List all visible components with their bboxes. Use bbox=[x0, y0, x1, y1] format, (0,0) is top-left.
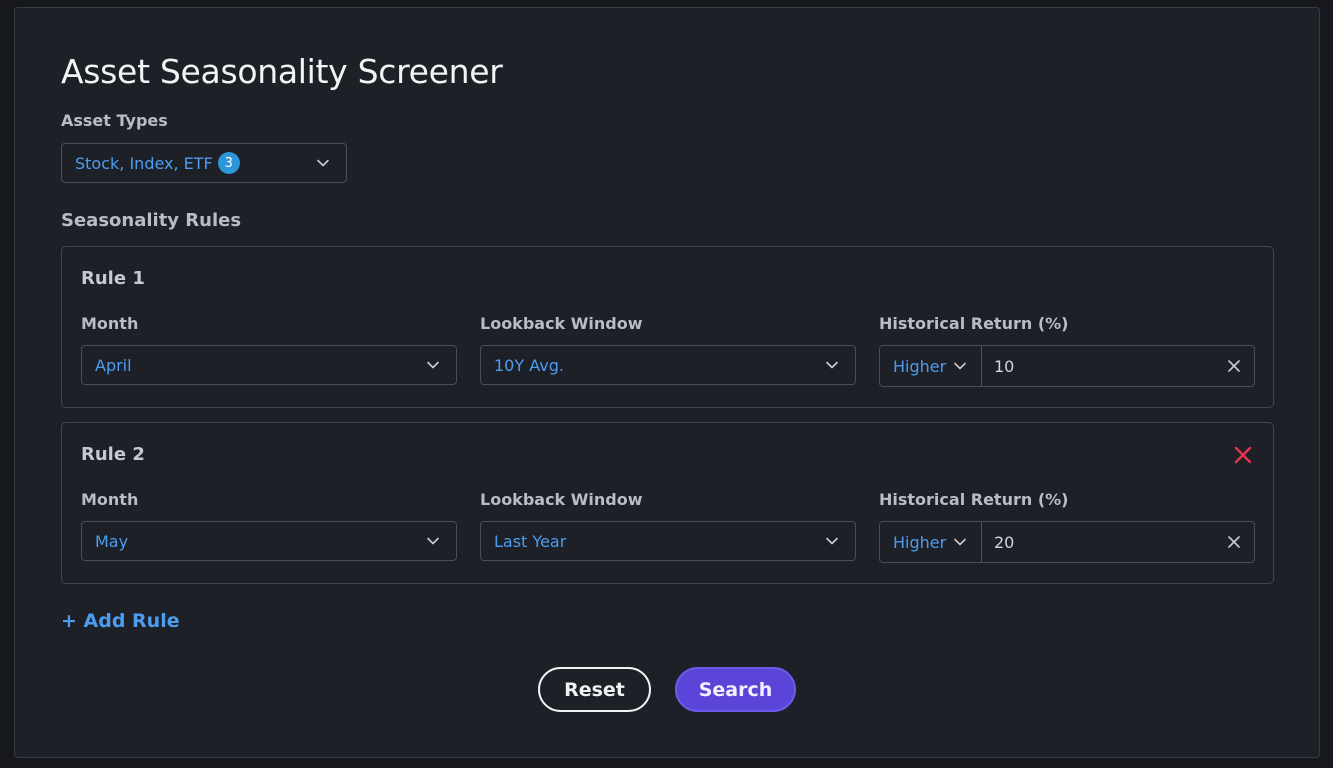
month-label: Month bbox=[81, 314, 139, 333]
seasonality-rules-label: Seasonality Rules bbox=[61, 210, 242, 231]
lookback-window-value: 10Y Avg. bbox=[494, 355, 564, 375]
month-value: May bbox=[95, 531, 129, 551]
chevron-down-icon bbox=[823, 356, 841, 374]
chevron-down-icon bbox=[951, 533, 969, 551]
reset-button[interactable]: Reset bbox=[538, 667, 651, 712]
historical-return-label: Historical Return (%) bbox=[879, 314, 1069, 333]
asset-types-value: Stock, Index, ETF bbox=[75, 153, 213, 173]
chevron-down-icon bbox=[424, 532, 442, 550]
month-select[interactable]: April bbox=[81, 345, 457, 385]
historical-return-input[interactable]: 10 bbox=[982, 346, 1254, 386]
remove-rule-icon[interactable] bbox=[1233, 445, 1253, 465]
rule-card: Rule 1 Month Lookback Window Historical … bbox=[61, 246, 1274, 408]
asset-types-count-badge: 3 bbox=[217, 152, 240, 174]
close-icon[interactable] bbox=[1227, 535, 1241, 549]
search-button[interactable]: Search bbox=[675, 667, 796, 712]
chevron-down-icon bbox=[951, 357, 969, 375]
historical-return-group: Higher 20 bbox=[879, 521, 1255, 563]
lookback-window-value: Last Year bbox=[494, 531, 567, 551]
comparison-operator-select[interactable]: Higher bbox=[880, 522, 982, 562]
historical-return-label: Historical Return (%) bbox=[879, 490, 1069, 509]
month-select[interactable]: May bbox=[81, 521, 457, 561]
screener-panel: Asset Seasonality Screener Asset Types S… bbox=[14, 7, 1320, 758]
historical-return-group: Higher 10 bbox=[879, 345, 1255, 387]
comparison-operator-value: Higher bbox=[893, 356, 947, 376]
month-value: April bbox=[95, 355, 132, 375]
page-title: Asset Seasonality Screener bbox=[61, 52, 503, 91]
month-label: Month bbox=[81, 490, 139, 509]
comparison-operator-select[interactable]: Higher bbox=[880, 346, 982, 386]
add-rule-button[interactable]: + Add Rule bbox=[61, 610, 180, 632]
historical-return-input[interactable]: 20 bbox=[982, 522, 1254, 562]
historical-return-value: 20 bbox=[994, 532, 1015, 552]
lookback-window-label: Lookback Window bbox=[480, 490, 643, 509]
comparison-operator-value: Higher bbox=[893, 532, 947, 552]
historical-return-value: 10 bbox=[994, 356, 1015, 376]
asset-types-label: Asset Types bbox=[61, 111, 168, 130]
asset-types-select[interactable]: Stock, Index, ETF 3 bbox=[61, 143, 347, 183]
rule-title: Rule 2 bbox=[81, 444, 145, 465]
close-icon[interactable] bbox=[1227, 359, 1241, 373]
lookback-window-label: Lookback Window bbox=[480, 314, 643, 333]
rule-title: Rule 1 bbox=[81, 268, 145, 289]
lookback-window-select[interactable]: Last Year bbox=[480, 521, 856, 561]
chevron-down-icon bbox=[314, 154, 332, 172]
lookback-window-select[interactable]: 10Y Avg. bbox=[480, 345, 856, 385]
chevron-down-icon bbox=[823, 532, 841, 550]
rule-card: Rule 2 Month Lookback Window Historical … bbox=[61, 422, 1274, 584]
chevron-down-icon bbox=[424, 356, 442, 374]
